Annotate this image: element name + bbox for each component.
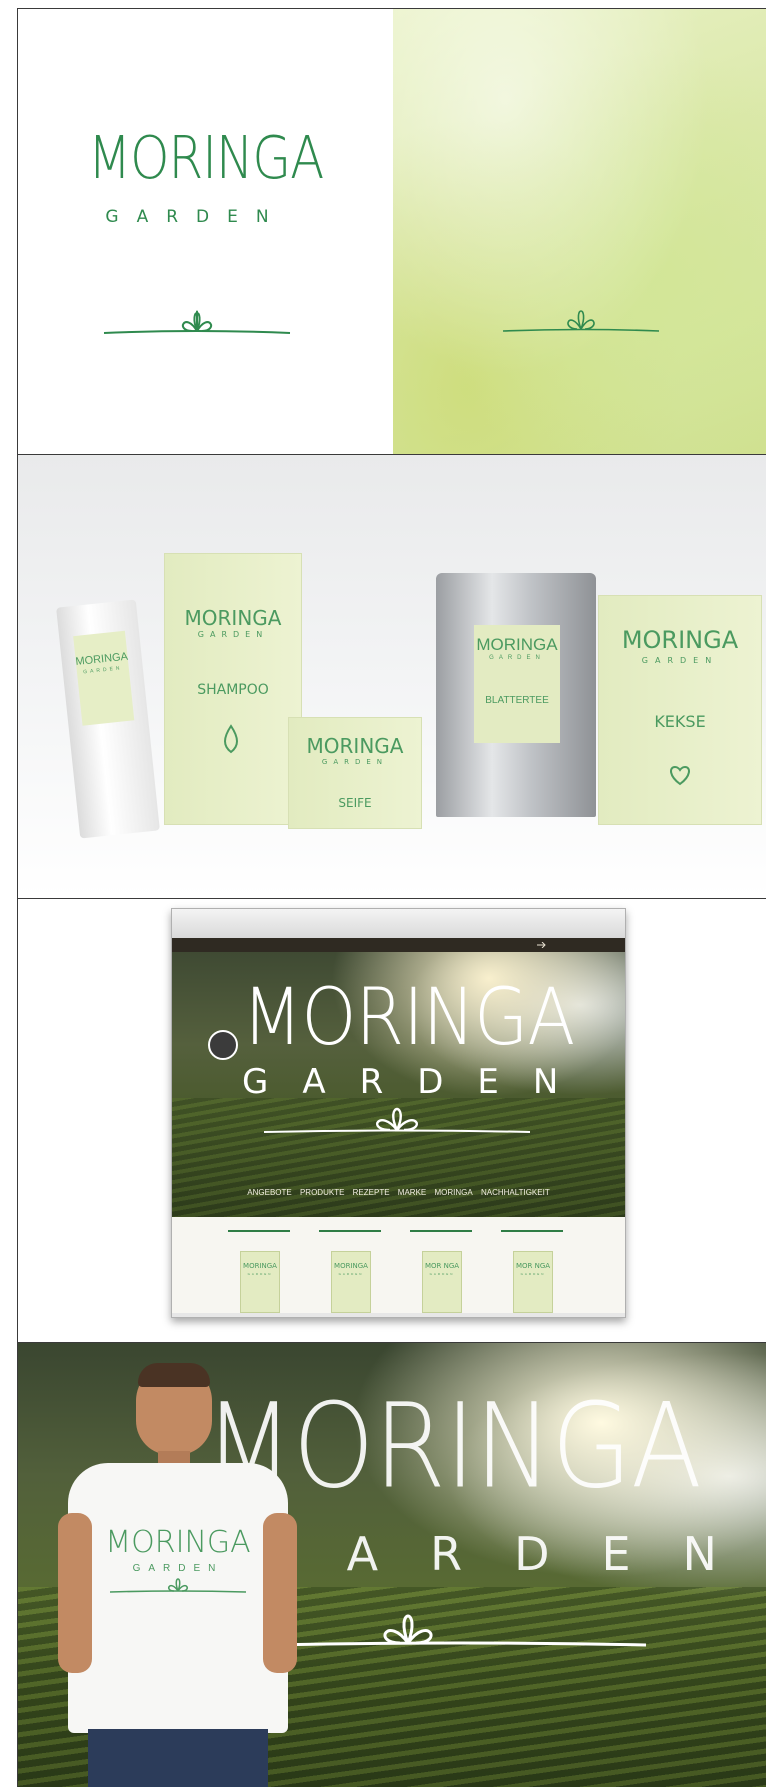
site-topbar bbox=[172, 938, 625, 952]
nav-marke[interactable]: MARKE bbox=[398, 1188, 426, 1197]
seife-sub: GARDEN bbox=[321, 758, 389, 766]
seife-brand: MORINGA bbox=[306, 734, 404, 758]
arrow-right-icon[interactable] bbox=[537, 942, 547, 948]
blattertee-brand: MORINGA bbox=[476, 635, 558, 654]
sprout-icon bbox=[269, 1614, 647, 1647]
model-person: MORINGA GARDEN bbox=[58, 1363, 298, 1787]
product-brand: MOR NGA bbox=[515, 1262, 551, 1270]
sprout-icon bbox=[502, 310, 660, 332]
product-sub: GARDEN bbox=[520, 1272, 546, 1276]
logo-subtitle: GARDEN bbox=[105, 207, 287, 227]
product-card[interactable]: MOR NGA GARDEN bbox=[422, 1251, 462, 1313]
kekse-box: MORINGA GARDEN KEKSE bbox=[598, 595, 762, 825]
site-products: MORINGA GARDEN MORINGA GARDEN MOR NGA GA… bbox=[172, 1217, 625, 1313]
tshirt-panel: MORINGA GARDEN MORINGA GARDEN bbox=[17, 1342, 766, 1787]
sprout-icon bbox=[109, 1578, 247, 1593]
product-card[interactable]: MORINGA GARDEN bbox=[331, 1251, 371, 1313]
shirt-sub: GARDEN bbox=[132, 1563, 224, 1574]
shampoo-brand: MORINGA bbox=[184, 606, 282, 630]
blattertee-pouch: MORINGA GARDEN BLATTERTEE bbox=[436, 573, 596, 817]
product-card[interactable]: MORINGA GARDEN bbox=[240, 1251, 280, 1313]
nav-angebote[interactable]: ANGEBOTE bbox=[247, 1188, 291, 1197]
seife-box: MORINGA GARDEN SEIFE bbox=[288, 717, 422, 829]
nav-rezepte[interactable]: REZEPTE bbox=[353, 1188, 390, 1197]
drop-icon bbox=[224, 724, 238, 754]
blattertee-sub: GARDEN bbox=[489, 655, 545, 661]
kekse-product: KEKSE bbox=[654, 712, 706, 731]
packaging-panel: MORINGA GARDEN MORINGA GARDEN SHAMPOO MO… bbox=[17, 454, 766, 898]
category-3[interactable] bbox=[410, 1227, 472, 1232]
cream-tube: MORINGA GARDEN bbox=[56, 599, 160, 839]
blattertee-product: BLATTERTEE bbox=[485, 695, 549, 706]
kekse-brand: MORINGA bbox=[621, 626, 739, 654]
shampoo-box: MORINGA GARDEN SHAMPOO bbox=[164, 553, 302, 825]
product-sub: GARDEN bbox=[247, 1272, 273, 1276]
product-brand: MORINGA bbox=[334, 1262, 368, 1270]
product-card[interactable]: MOR NGA GARDEN bbox=[513, 1251, 553, 1313]
shampoo-product: SHAMPOO bbox=[197, 682, 269, 698]
hero-wordmark: MORINGA bbox=[242, 971, 575, 1063]
browser-chrome bbox=[172, 909, 625, 938]
browser-window: MORINGA GARDEN ANGEBOTE PRODUKTE REZEPTE… bbox=[171, 908, 626, 1318]
product-brand: MOR NGA bbox=[424, 1262, 460, 1270]
logo-panel: MORINGA GARDEN bbox=[17, 8, 766, 454]
shampoo-sub: GARDEN bbox=[197, 630, 269, 639]
category-4[interactable] bbox=[501, 1227, 563, 1232]
nav-nachhaltigkeit[interactable]: NACHHALTIGKEIT bbox=[481, 1188, 550, 1197]
logo-wordmark: MORINGA bbox=[88, 123, 324, 193]
site-hero: MORINGA GARDEN ANGEBOTE PRODUKTE REZEPTE… bbox=[172, 952, 625, 1217]
badge-icon bbox=[208, 1030, 238, 1060]
product-brand: MORINGA bbox=[243, 1262, 277, 1270]
nav-produkte[interactable]: PRODUKTE bbox=[300, 1188, 344, 1197]
shirt-brand: MORINGA bbox=[105, 1525, 251, 1560]
sprout-icon bbox=[103, 310, 291, 334]
product-sub: GARDEN bbox=[429, 1272, 455, 1276]
category-2[interactable] bbox=[319, 1227, 381, 1232]
watercolor-background bbox=[393, 9, 766, 454]
hero-subtitle: GARDEN bbox=[242, 1062, 593, 1102]
category-1[interactable] bbox=[228, 1227, 290, 1232]
nav-moringa[interactable]: MORINGA bbox=[434, 1188, 472, 1197]
product-sub: GARDEN bbox=[338, 1272, 364, 1276]
website-panel: MORINGA GARDEN ANGEBOTE PRODUKTE REZEPTE… bbox=[17, 898, 766, 1342]
heart-icon bbox=[670, 765, 690, 786]
site-nav: ANGEBOTE PRODUKTE REZEPTE MARKE MORINGA … bbox=[172, 1188, 625, 1197]
kekse-sub: GARDEN bbox=[641, 656, 719, 665]
seife-product: SEIFE bbox=[338, 796, 372, 810]
sprout-icon bbox=[263, 1107, 531, 1133]
hero-subtitle: GARDEN bbox=[259, 1527, 766, 1581]
